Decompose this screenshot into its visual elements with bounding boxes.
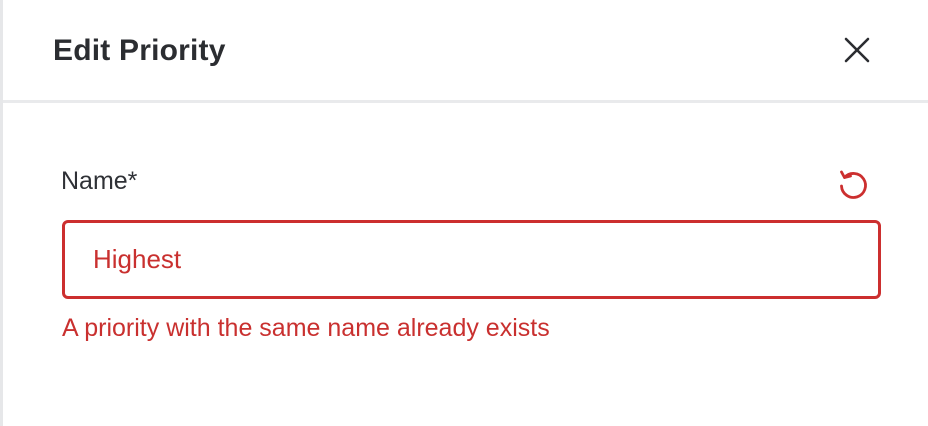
name-error-message: A priority with the same name already ex… [62,314,550,342]
reset-icon [840,170,867,199]
close-button[interactable] [841,34,873,66]
panel-body: Name* A priority with the same name alre… [3,103,928,426]
name-input-box [62,220,881,299]
close-icon [844,37,870,63]
edit-priority-panel: Edit Priority Name* A priority with the … [0,0,928,426]
name-field-label: Name* [61,167,138,195]
panel-header: Edit Priority [3,0,928,103]
panel-title: Edit Priority [53,34,226,67]
name-input[interactable] [93,223,853,296]
reset-button[interactable] [835,166,871,202]
